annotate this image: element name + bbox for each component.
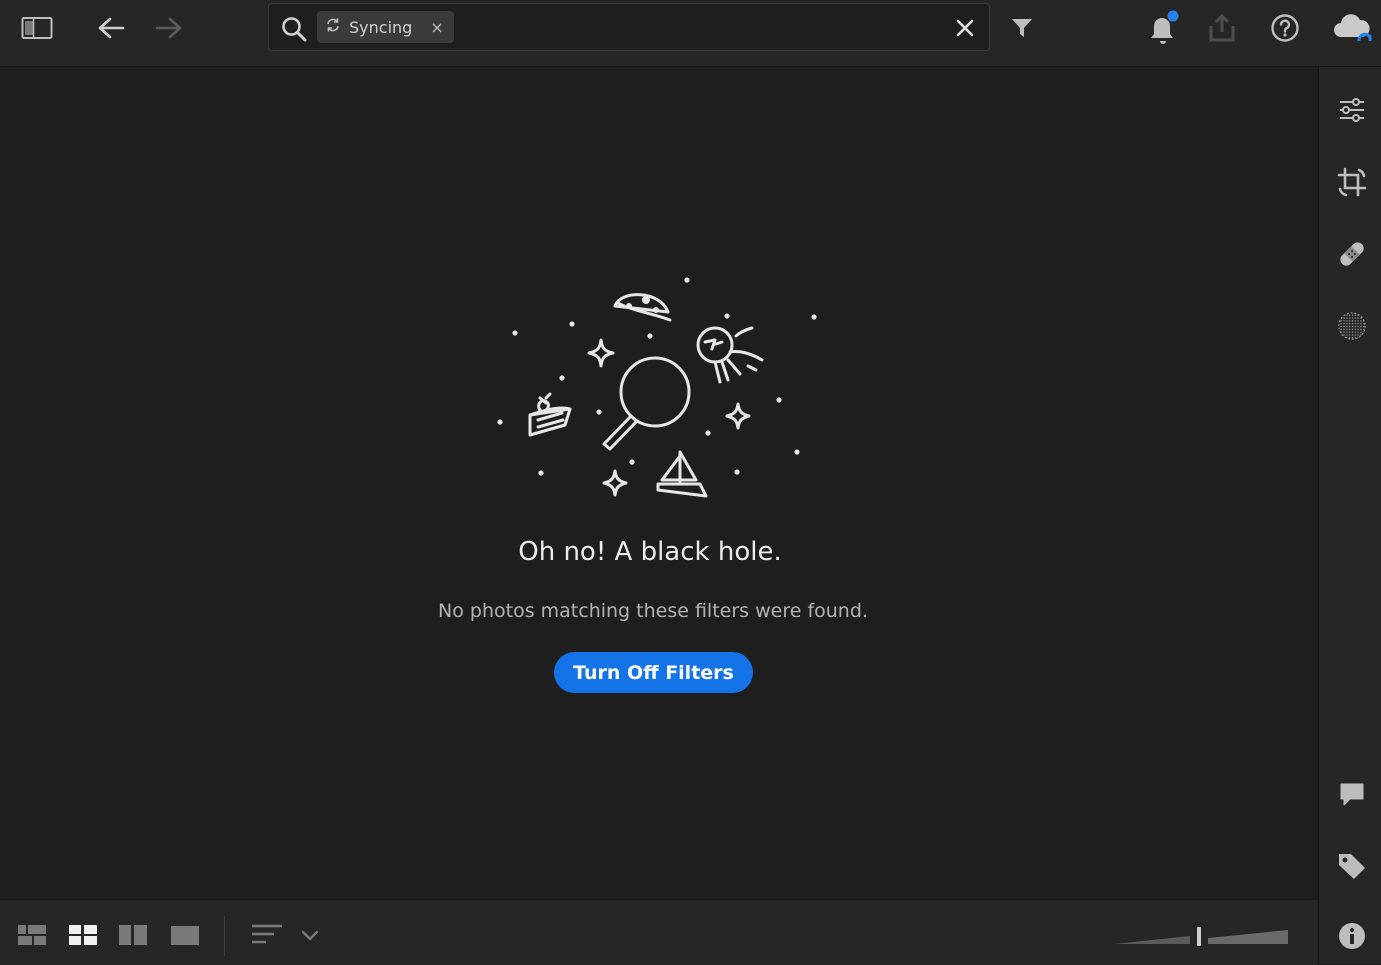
empty-state-subtitle: No photos matching these filters were fo… [438,600,868,622]
notification-dot [1167,10,1179,22]
search-bar[interactable]: Syncing × [268,3,990,51]
sort-icon[interactable] [250,922,284,952]
photo-grid-view-icon[interactable] [68,922,98,952]
filter-icon[interactable] [1008,14,1036,42]
detail-view-icon[interactable] [118,922,148,952]
comment-icon[interactable] [1337,779,1367,809]
bell-icon[interactable] [1144,8,1180,44]
thumbnail-size-slider[interactable] [1112,924,1292,950]
right-tool-panel [1318,67,1381,964]
top-toolbar: Syncing × [0,0,1381,67]
single-view-icon[interactable] [170,922,200,952]
chip-label: Syncing [349,17,413,37]
black-hole-illustration [497,277,817,498]
slider-thumb[interactable] [1197,927,1201,946]
help-icon[interactable] [1269,12,1301,44]
cloud-sync-icon[interactable] [1331,10,1375,46]
tag-icon[interactable] [1337,851,1367,881]
turn-off-filters-button[interactable]: Turn Off Filters [554,652,753,693]
mask-icon[interactable] [1337,311,1367,341]
bottom-toolbar [0,899,1317,965]
share-icon[interactable] [1206,12,1238,44]
toolbar-divider [224,916,225,956]
square-grid-view-icon[interactable] [17,922,47,952]
chevron-down-icon[interactable] [300,922,320,952]
chip-remove-button[interactable]: × [430,18,443,37]
forward-arrow-icon[interactable] [154,14,184,42]
panel-toggle-icon[interactable] [20,15,54,41]
sync-icon [325,17,341,37]
empty-state-title: Oh no! A black hole. [518,537,782,567]
info-icon[interactable] [1337,921,1367,951]
filter-chip[interactable]: Syncing × [317,11,454,43]
back-arrow-icon[interactable] [96,14,126,42]
edit-sliders-icon[interactable] [1337,95,1367,125]
stars-dots [497,277,817,476]
heal-bandage-icon[interactable] [1337,239,1367,269]
search-icon [281,16,307,46]
crop-icon[interactable] [1337,167,1367,197]
clear-icon[interactable] [953,16,977,44]
